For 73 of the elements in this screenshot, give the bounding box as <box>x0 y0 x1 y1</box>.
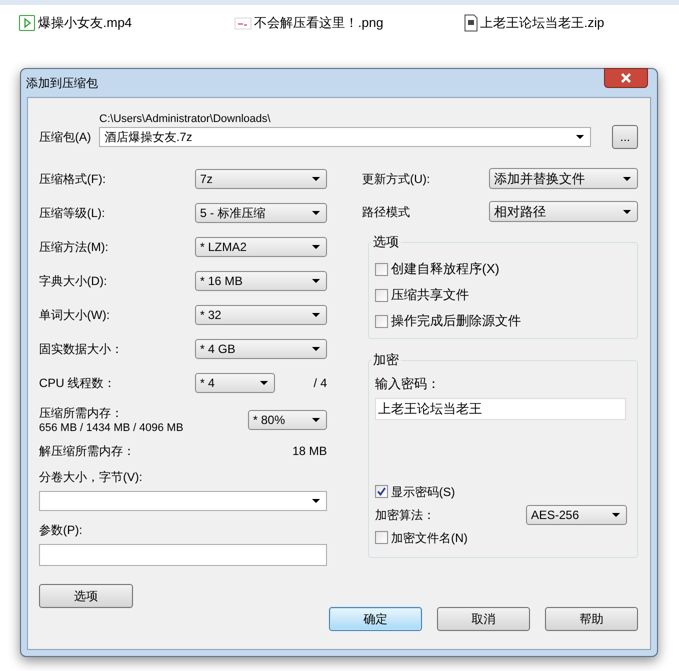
dropdown-arrow-icon <box>623 210 631 214</box>
dropdown-arrow-icon <box>312 211 320 215</box>
dropdown[interactable]: * 4 GB <box>195 339 327 359</box>
folder-path: C:\Users\Administrator\Downloads\ <box>99 112 272 126</box>
dropdown[interactable] <box>39 491 327 511</box>
file-name[interactable]: 爆操小女友.mp4 <box>38 13 132 33</box>
options-button[interactable]: 选项 <box>39 584 133 608</box>
field-label: 压缩方法(M): <box>39 239 108 256</box>
field-label: 加密算法： <box>375 506 435 524</box>
dropdown-arrow-icon <box>312 418 320 422</box>
field-label: 压缩包(A) <box>39 129 92 146</box>
checkbox[interactable] <box>375 314 388 328</box>
field-label: 更新方式(U): <box>362 170 430 188</box>
dropdown-arrow-icon <box>260 381 268 385</box>
field-label: 压缩所需内存： <box>39 406 124 420</box>
dropdown[interactable]: AES-256 <box>526 504 627 524</box>
password-field[interactable]: 上老王论坛当老王 <box>375 398 626 420</box>
group-title: 选项 <box>371 234 401 250</box>
dropdown-arrow-icon <box>312 347 320 351</box>
play-file-icon <box>18 14 36 32</box>
checkbox-label: 操作完成后删除源文件 <box>391 312 521 330</box>
text-field[interactable] <box>39 544 327 566</box>
field-label: 压缩格式(F): <box>39 171 106 188</box>
browse-button[interactable]: ... <box>612 125 638 149</box>
checkbox-label: 创建自释放程序(X) <box>391 260 500 278</box>
thread-count: / 4 <box>314 375 327 392</box>
field-label: 字典大小(D): <box>39 273 107 290</box>
dropdown-arrow-icon <box>612 512 620 516</box>
dropdown[interactable]: * 32 <box>195 305 327 325</box>
dropdown[interactable]: 酒店爆操女友.7z <box>99 127 592 147</box>
dropdown[interactable]: 7z <box>195 169 327 189</box>
memory-value: 18 MB <box>292 443 327 460</box>
field-label: 分卷大小，字节(V): <box>39 469 144 486</box>
checkbox-label: 加密文件名(N) <box>391 530 468 546</box>
checkbox[interactable] <box>375 485 388 498</box>
checkbox[interactable] <box>375 531 388 544</box>
field-label: 输入密码： <box>375 375 441 393</box>
checkbox-label: 压缩共享文件 <box>391 286 469 304</box>
checkbox-label: 显示密码(S) <box>391 484 455 500</box>
dropdown-arrow-icon <box>312 499 320 503</box>
file-name[interactable]: 不会解压看这里！.png <box>254 13 384 33</box>
dropdown-arrow-icon <box>312 177 320 181</box>
field-label: 解压缩所需内存： <box>39 443 135 460</box>
dropdown[interactable]: * LZMA2 <box>195 237 327 257</box>
dropdown[interactable]: 添加并替换文件 <box>489 168 638 189</box>
field-label: 单词大小(W): <box>39 307 110 324</box>
window-title: 添加到压缩包 <box>26 75 98 92</box>
dropdown-arrow-icon <box>312 245 320 249</box>
dialog-button[interactable]: 帮助 <box>545 607 638 631</box>
dropdown-arrow-icon <box>312 279 320 283</box>
dropdown[interactable]: 5 - 标准压缩 <box>195 203 327 223</box>
field-label: 参数(P): <box>39 522 84 539</box>
dropdown[interactable]: * 4 <box>195 373 275 393</box>
close-icon <box>620 73 632 83</box>
checkbox[interactable] <box>375 288 388 302</box>
archive-file-icon <box>464 14 478 32</box>
dropdown[interactable]: 相对路径 <box>489 201 638 222</box>
dropdown-arrow-icon <box>576 135 584 139</box>
dropdown-arrow-icon <box>623 176 631 180</box>
dialog-button[interactable]: 确定 <box>329 607 422 631</box>
file-name[interactable]: 上老王论坛当老王.zip <box>480 13 604 33</box>
dropdown-arrow-icon <box>312 313 320 317</box>
close-button[interactable] <box>604 68 648 88</box>
field-label: 路径模式 <box>362 204 410 220</box>
field-label: 压缩等级(L): <box>39 205 105 222</box>
memory-usage: 656 MB / 1434 MB / 4096 MB <box>39 420 184 434</box>
field-label: CPU 线程数： <box>39 375 117 392</box>
dialog-button[interactable]: 取消 <box>437 607 530 631</box>
dropdown[interactable]: * 16 MB <box>195 271 327 291</box>
group-title: 加密 <box>371 352 401 368</box>
field-label: 固实数据大小： <box>39 341 123 358</box>
checkbox[interactable] <box>375 262 388 276</box>
dropdown[interactable]: * 80% <box>248 410 327 430</box>
